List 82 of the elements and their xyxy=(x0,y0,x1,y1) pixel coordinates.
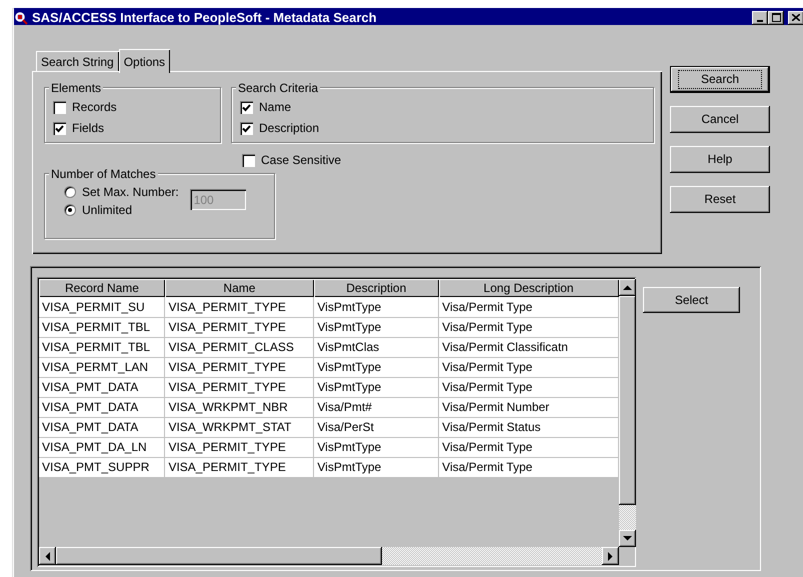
checkbox-label[interactable]: Name xyxy=(259,100,292,115)
app-icon xyxy=(14,10,28,24)
table-cell: VisPmtType xyxy=(314,457,439,477)
dialog-button[interactable]: Cancel xyxy=(670,106,770,133)
minimize-icon xyxy=(757,20,763,22)
column-header[interactable]: Name xyxy=(164,279,314,297)
scrollbar-thumb[interactable] xyxy=(56,547,382,565)
up-arrow-icon xyxy=(623,285,632,290)
scroll-up-button[interactable] xyxy=(619,279,636,296)
table-cell: VISA_PERMIT_TYPE xyxy=(164,437,314,457)
table-cell: Visa/Permit Type xyxy=(438,437,618,457)
checkbox-label[interactable]: Description xyxy=(259,121,320,136)
close-icon xyxy=(792,14,800,21)
table-cell: VISA_WRKPMT_STAT xyxy=(164,417,314,437)
table-cell: Visa/Permit Type xyxy=(438,297,618,317)
table-cell: VISA_PMT_DATA xyxy=(39,397,165,417)
tab[interactable]: Options xyxy=(118,49,170,73)
table-cell: VISA_PERMIT_TYPE xyxy=(164,317,314,337)
radio-label[interactable]: Set Max. Number: xyxy=(82,184,179,200)
table-cell: VISA_WRKPMT_NBR xyxy=(164,397,314,417)
scroll-left-button[interactable] xyxy=(39,547,56,565)
table-cell: VISA_PERMIT_TYPE xyxy=(164,457,314,477)
right-arrow-icon xyxy=(608,552,613,560)
dialog-button[interactable]: Search xyxy=(670,66,770,93)
table-cell: VisPmtType xyxy=(314,317,439,337)
table-cell: VISA_PMT_DATA xyxy=(39,417,165,437)
checkbox[interactable] xyxy=(240,101,253,114)
checkbox[interactable] xyxy=(53,122,66,135)
checkbox-label[interactable]: Records xyxy=(72,100,117,115)
table-cell: VisPmtType xyxy=(314,357,439,377)
group-label: Elements xyxy=(49,81,104,95)
scroll-down-button[interactable] xyxy=(619,530,636,547)
table-cell: VisPmtType xyxy=(314,437,439,457)
table-cell: VisPmtType xyxy=(314,377,439,397)
scrollbar-thumb[interactable] xyxy=(619,296,636,505)
table-cell: VISA_PERMIT_SU xyxy=(39,297,165,317)
checkbox[interactable] xyxy=(240,122,253,135)
tab[interactable]: Search String xyxy=(36,51,119,71)
table-cell: VISA_PERMIT_TYPE xyxy=(164,357,314,377)
group-label: Number of Matches xyxy=(49,167,158,181)
table-cell: Visa/Permit Type xyxy=(438,377,618,397)
table-cell: VISA_PERMIT_TBL xyxy=(39,337,165,357)
column-header[interactable]: Description xyxy=(314,279,439,297)
radio-label[interactable]: Unlimited xyxy=(82,202,132,218)
table-cell: Visa/Pmt# xyxy=(314,397,439,417)
table-cell: VISA_PMT_SUPPR xyxy=(39,457,165,477)
table-cell: VISA_PERMIT_TYPE xyxy=(164,297,314,317)
table-cell: VISA_PERMT_LAN xyxy=(39,357,165,377)
checkbox[interactable] xyxy=(242,154,255,167)
column-header[interactable]: Long Description xyxy=(438,279,618,297)
scroll-right-button[interactable] xyxy=(602,547,619,565)
table-cell: Visa/PerSt xyxy=(314,417,439,437)
group-label: Search Criteria xyxy=(236,81,320,95)
left-arrow-icon xyxy=(45,552,50,560)
table-cell: VISA_PERMIT_TBL xyxy=(39,317,165,337)
dialog-button[interactable]: Select xyxy=(643,287,740,313)
maximize-button[interactable] xyxy=(768,10,784,24)
maximize-icon xyxy=(772,13,780,22)
checkbox-label[interactable]: Case Sensitive xyxy=(261,153,342,168)
checkbox-label[interactable]: Fields xyxy=(72,121,104,136)
table-cell: Visa/Permit Type xyxy=(438,357,618,377)
table-cell: Visa/Permit Classificatn xyxy=(438,337,618,357)
window-title: SAS/ACCESS Interface to PeopleSoft - Metadata Search xyxy=(32,10,377,26)
table-cell: Visa/Permit Number xyxy=(438,397,618,417)
minimize-button[interactable] xyxy=(752,10,768,24)
table-cell: Visa/Permit Type xyxy=(438,317,618,337)
table-cell: VisPmtClas xyxy=(314,337,439,357)
checkbox[interactable] xyxy=(53,101,66,114)
table-cell: VISA_PMT_DA_LN xyxy=(39,437,165,457)
dialog-button[interactable]: Reset xyxy=(670,186,770,213)
radio-button[interactable] xyxy=(64,204,76,216)
close-button[interactable] xyxy=(788,10,803,24)
table-cell: VISA_PERMIT_CLASS xyxy=(164,337,314,357)
dialog-button[interactable]: Help xyxy=(670,146,770,173)
table-cell: VISA_PERMIT_TYPE xyxy=(164,377,314,397)
radio-button[interactable] xyxy=(64,186,76,198)
table-cell: VisPmtType xyxy=(314,297,439,317)
table-cell: VISA_PMT_DATA xyxy=(39,377,165,397)
table-cell: Visa/Permit Status xyxy=(438,417,618,437)
down-arrow-icon xyxy=(623,536,632,541)
table-cell: Visa/Permit Type xyxy=(438,457,618,477)
column-header[interactable]: Record Name xyxy=(39,279,165,297)
